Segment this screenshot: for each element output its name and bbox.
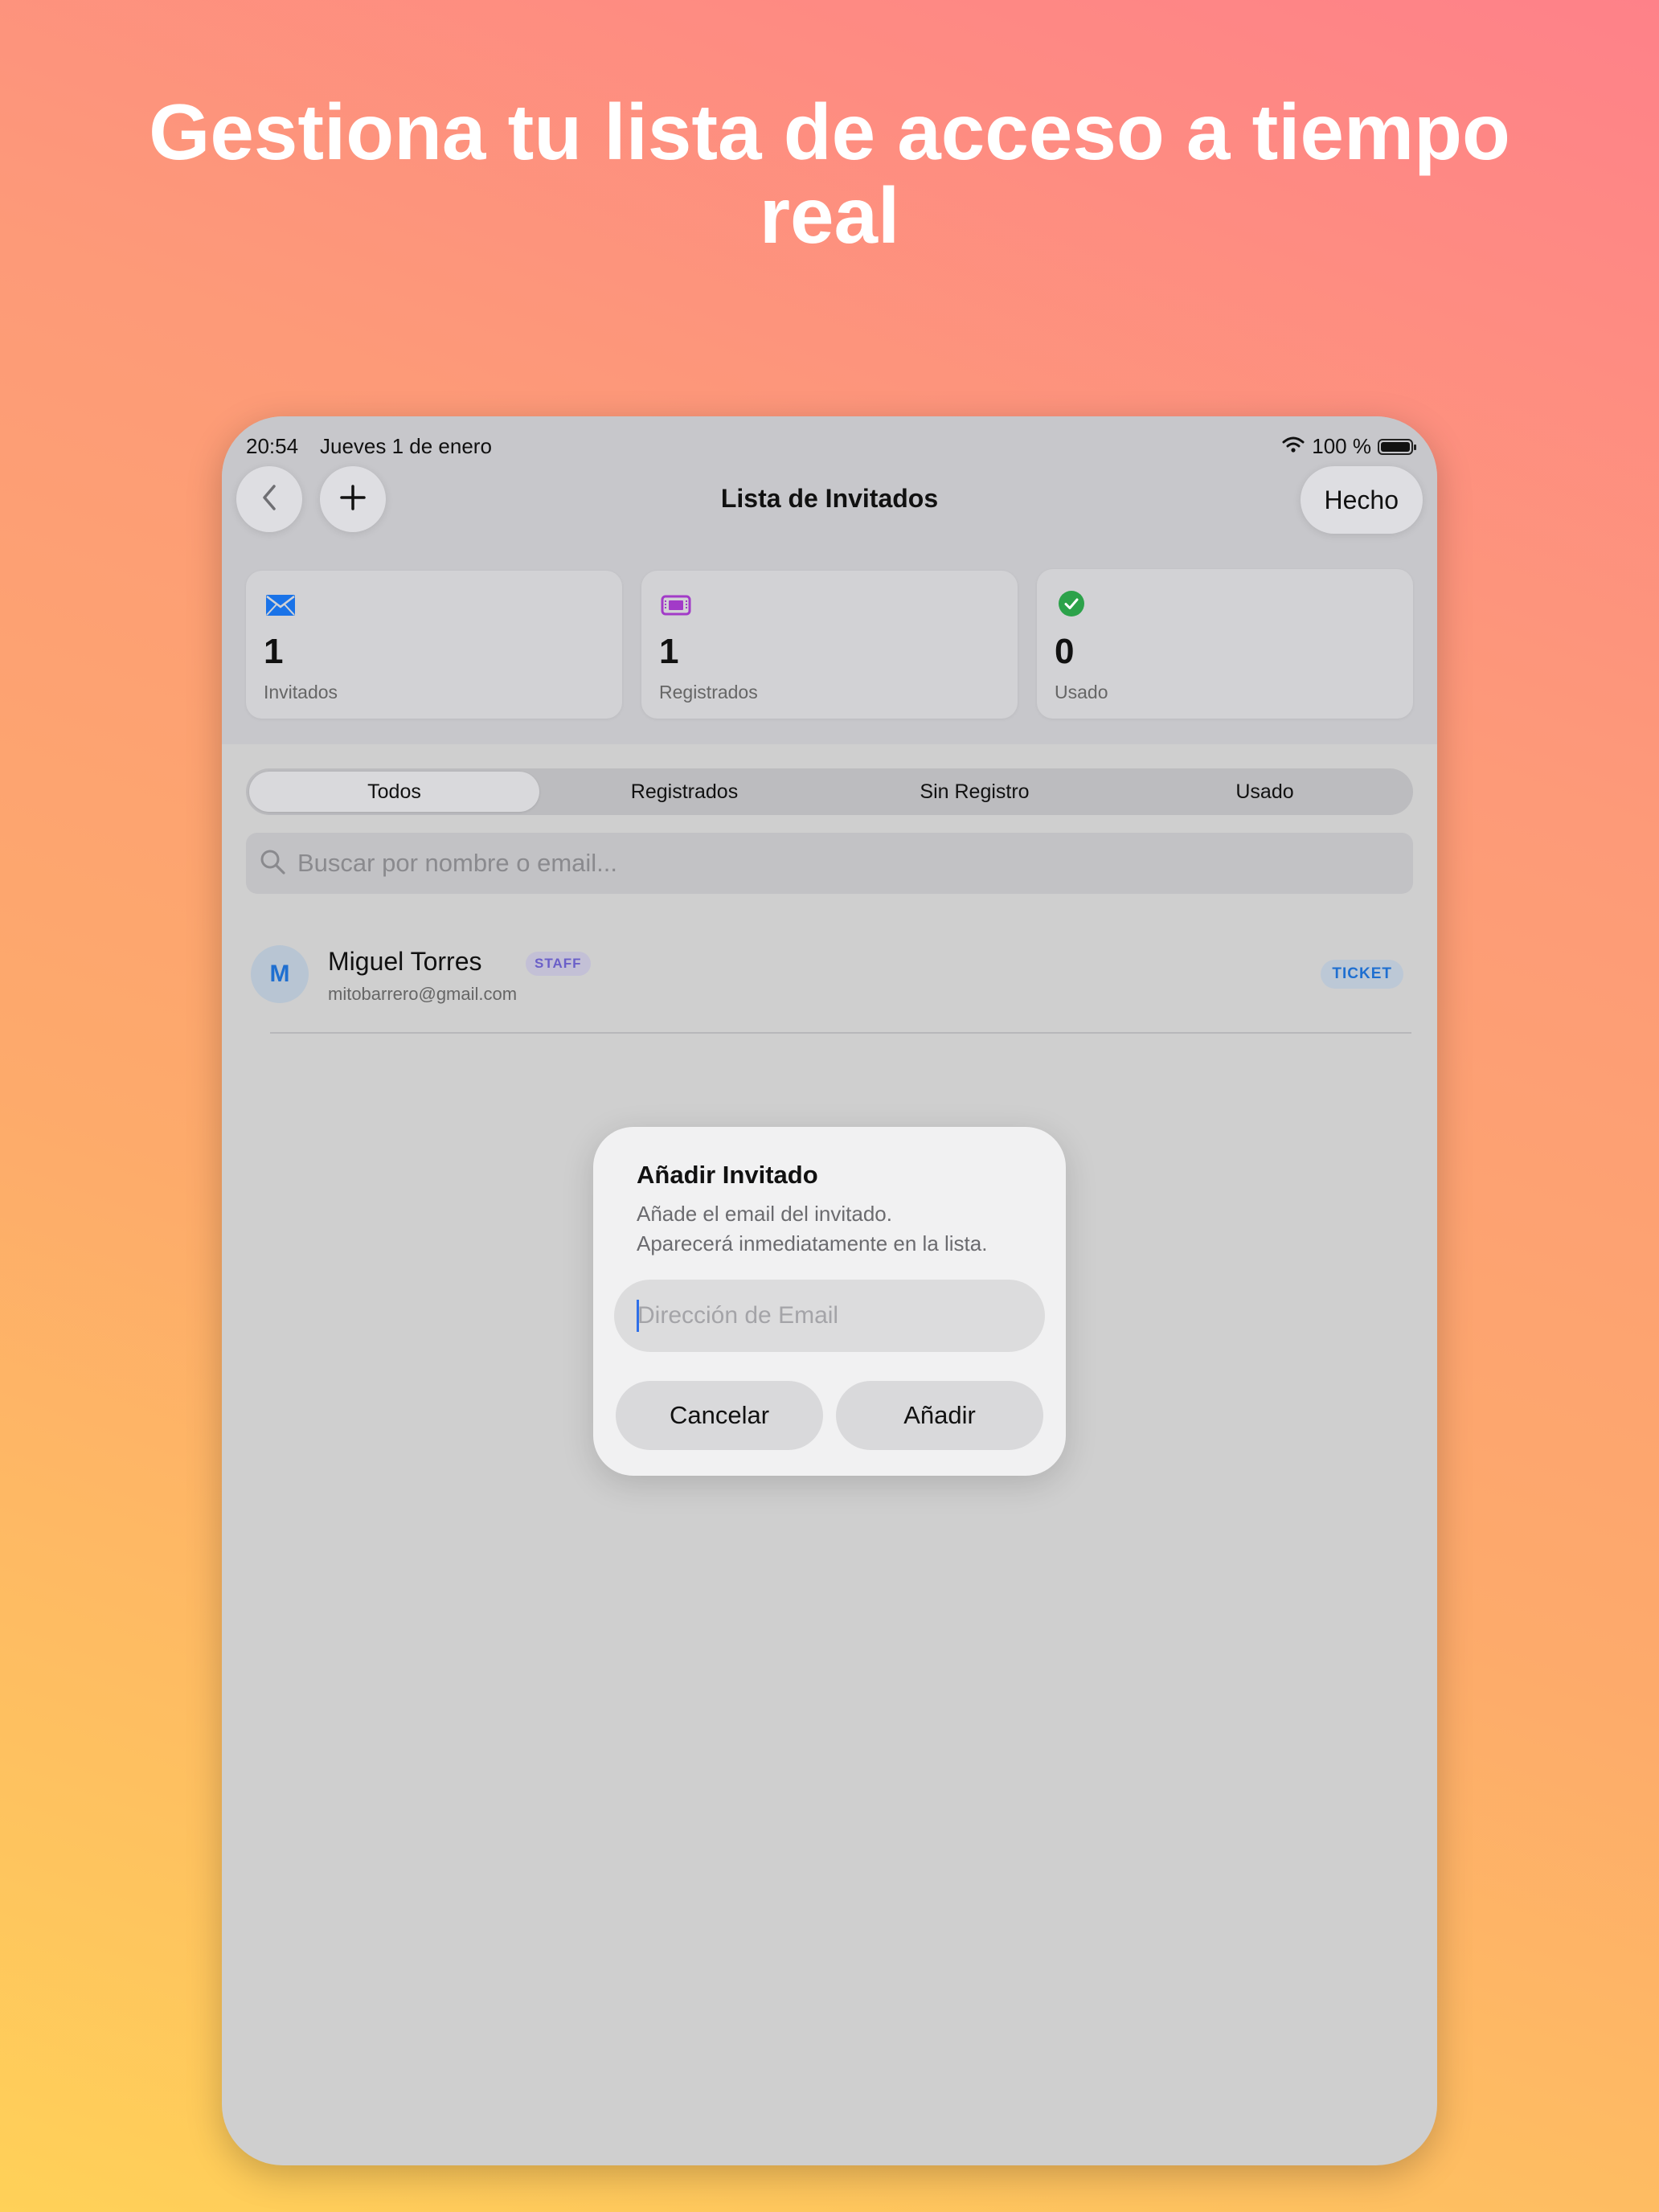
search-placeholder: Buscar por nombre o email... (297, 849, 618, 877)
status-bar: 20:54 Jueves 1 de enero 100 % (246, 429, 1416, 461)
cancel-button[interactable]: Cancelar (616, 1381, 823, 1450)
stat-label: Invitados (264, 682, 338, 703)
dialog-message-line-1: Añade el email del invitado. (637, 1202, 892, 1226)
battery-percentage: 100 % (1312, 434, 1371, 458)
role-badge: STAFF (526, 952, 591, 976)
dialog-message-line-2: Aparecerá inmediatamente en la lista. (637, 1231, 988, 1256)
status-time: 20:54 (246, 434, 299, 458)
search-icon (259, 848, 286, 879)
stat-card-registrados: 1 Registrados (641, 571, 1018, 719)
envelope-icon (264, 588, 297, 622)
stat-value: 1 (659, 632, 679, 671)
battery-fill (1381, 441, 1410, 452)
headline-line-2: real (759, 171, 900, 260)
dialog-title: Añadir Invitado (637, 1161, 818, 1189)
stat-card-invitados: 1 Invitados (246, 571, 622, 719)
add-button[interactable]: Añadir (836, 1381, 1043, 1450)
email-field[interactable]: Dirección de Email (614, 1280, 1045, 1352)
headline: Gestiona tu lista de acceso a tiempo rea… (0, 90, 1659, 257)
stat-card-usado: 0 Usado (1037, 569, 1413, 719)
battery-icon (1378, 438, 1416, 455)
email-field-placeholder: Dirección de Email (637, 1302, 839, 1329)
filter-tab-sin-registro[interactable]: Sin Registro (830, 772, 1120, 812)
row-divider (270, 1032, 1411, 1034)
wifi-icon (1281, 434, 1305, 459)
filter-tab-registrados[interactable]: Registrados (539, 772, 830, 812)
stat-label: Registrados (659, 682, 758, 703)
search-input[interactable]: Buscar por nombre o email... (246, 833, 1413, 894)
avatar: M (251, 945, 309, 1003)
stat-value: 1 (264, 632, 284, 671)
status-indicators: 100 % (1281, 434, 1416, 459)
battery-tip (1414, 444, 1416, 450)
checkmark-circle-icon (1055, 587, 1088, 621)
page-title: Lista de Invitados (720, 484, 939, 513)
stat-label: Usado (1055, 682, 1108, 703)
header-area: 20:54 Jueves 1 de enero 100 % Lista de I… (222, 416, 1437, 744)
filter-tab-todos[interactable]: Todos (249, 772, 539, 812)
ipad-screen: 20:54 Jueves 1 de enero 100 % Lista de I… (222, 416, 1437, 2165)
ticket-icon (659, 588, 693, 622)
guest-email: mitobarrero@gmail.com (328, 984, 518, 1004)
status-date: Jueves 1 de enero (320, 434, 492, 458)
guest-row[interactable]: M Miguel Torres STAFF mitobarrero@gmail.… (251, 945, 1408, 1034)
stat-value: 0 (1055, 632, 1075, 671)
filter-segmented-control: Todos Registrados Sin Registro Usado (246, 768, 1413, 815)
add-guest-dialog: Añadir Invitado Añade el email del invit… (593, 1127, 1066, 1476)
guest-name: Miguel Torres (328, 947, 482, 976)
headline-line-1: Gestiona tu lista de acceso a tiempo (149, 88, 1510, 176)
filter-tab-usado[interactable]: Usado (1120, 772, 1410, 812)
status-badge: TICKET (1321, 960, 1403, 989)
done-button[interactable]: Hecho (1300, 466, 1423, 534)
dialog-message: Añade el email del invitado. Aparecerá i… (637, 1199, 1047, 1259)
